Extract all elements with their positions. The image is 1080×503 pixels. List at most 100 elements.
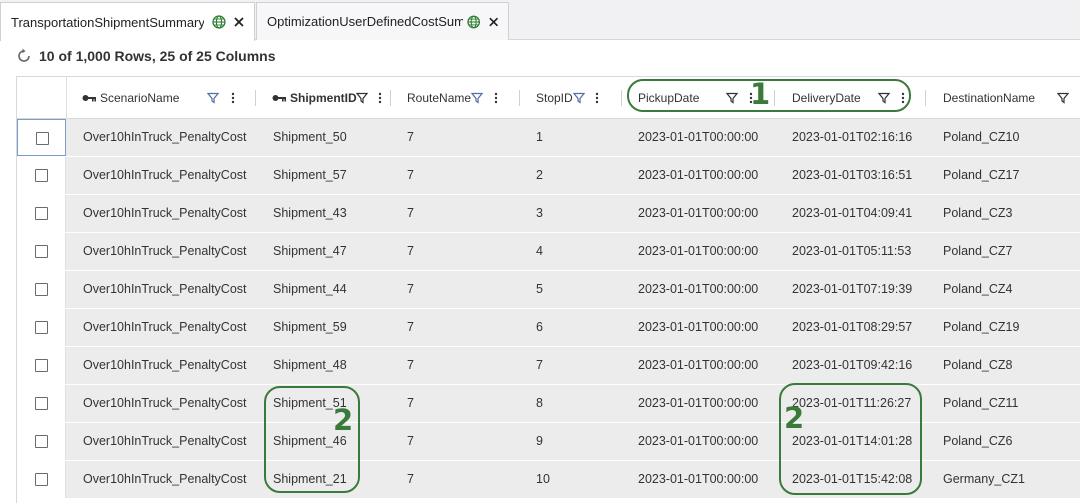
cell-shipmentid[interactable]: Shipment_57 xyxy=(273,157,347,194)
filter-icon[interactable] xyxy=(356,92,368,104)
cell-scenarioname[interactable]: Over10hInTruck_PenaltyCost xyxy=(83,385,247,422)
cell-scenarioname[interactable]: Over10hInTruck_PenaltyCost xyxy=(83,309,247,346)
cell-scenarioname[interactable]: Over10hInTruck_PenaltyCost xyxy=(83,195,247,232)
cell-deliverydate[interactable]: 2023-01-01T05:11:53 xyxy=(792,233,911,270)
row-checkbox[interactable] xyxy=(35,359,48,372)
cell-routename[interactable]: 7 xyxy=(407,385,414,422)
cell-destinationname[interactable]: Poland_CZ19 xyxy=(943,309,1019,346)
row-checkbox[interactable] xyxy=(35,473,48,486)
cell-pickupdate[interactable]: 2023-01-01T00:00:00 xyxy=(638,423,758,460)
table-row[interactable]: Over10hInTruck_PenaltyCost Shipment_59 7 6 2… xyxy=(17,309,1080,347)
kebab-menu-icon[interactable] xyxy=(230,92,236,104)
row-checkbox[interactable] xyxy=(36,132,49,145)
cell-pickupdate[interactable]: 2023-01-01T00:00:00 xyxy=(638,233,758,270)
tab-optimization-user-defined-cost-summary[interactable]: OptimizationUserDefinedCostSumı xyxy=(256,2,509,40)
cell-deliverydate[interactable]: 2023-01-01T09:42:16 xyxy=(792,347,912,384)
cell-routename[interactable]: 7 xyxy=(407,195,414,232)
cell-stopid[interactable]: 9 xyxy=(536,423,543,460)
cell-scenarioname[interactable]: Over10hInTruck_PenaltyCost xyxy=(83,119,247,156)
cell-routename[interactable]: 7 xyxy=(407,271,414,308)
cell-pickupdate[interactable]: 2023-01-01T00:00:00 xyxy=(638,461,758,498)
cell-destinationname[interactable]: Germany_CZ1 xyxy=(943,461,1025,498)
cell-pickupdate[interactable]: 2023-01-01T00:00:00 xyxy=(638,385,758,422)
cell-pickupdate[interactable]: 2023-01-01T00:00:00 xyxy=(638,119,758,156)
column-header-shipmentid[interactable]: ShipmentID xyxy=(272,77,357,119)
cell-shipmentid[interactable]: Shipment_47 xyxy=(273,233,347,270)
kebab-menu-icon[interactable] xyxy=(377,92,383,104)
cell-scenarioname[interactable]: Over10hInTruck_PenaltyCost xyxy=(83,233,247,270)
cell-scenarioname[interactable]: Over10hInTruck_PenaltyCost xyxy=(83,271,247,308)
table-row[interactable]: Over10hInTruck_PenaltyCost Shipment_50 7 1 2… xyxy=(17,119,1080,157)
cell-scenarioname[interactable]: Over10hInTruck_PenaltyCost xyxy=(83,347,247,384)
cell-pickupdate[interactable]: 2023-01-01T00:00:00 xyxy=(638,195,758,232)
cell-routename[interactable]: 7 xyxy=(407,309,414,346)
cell-shipmentid[interactable]: Shipment_48 xyxy=(273,347,347,384)
row-checkbox[interactable] xyxy=(35,435,48,448)
cell-destinationname[interactable]: Poland_CZ11 xyxy=(943,385,1019,422)
kebab-menu-icon[interactable] xyxy=(594,92,600,104)
kebab-menu-icon[interactable] xyxy=(493,92,499,104)
refresh-icon[interactable] xyxy=(16,48,32,64)
table-row[interactable]: Over10hInTruck_PenaltyCost Shipment_43 7 3 2… xyxy=(17,195,1080,233)
cell-destinationname[interactable]: Poland_CZ8 xyxy=(943,347,1013,384)
filter-icon[interactable] xyxy=(471,92,483,104)
cell-stopid[interactable]: 4 xyxy=(536,233,543,270)
row-checkbox[interactable] xyxy=(35,169,48,182)
cell-stopid[interactable]: 1 xyxy=(536,119,543,156)
cell-deliverydate[interactable]: 2023-01-01T07:19:39 xyxy=(792,271,912,308)
cell-destinationname[interactable]: Poland_CZ3 xyxy=(943,195,1013,232)
column-header-scenarioname[interactable]: ScenarioName xyxy=(82,77,179,119)
cell-stopid[interactable]: 5 xyxy=(536,271,543,308)
cell-destinationname[interactable]: Poland_CZ17 xyxy=(943,157,1019,194)
cell-routename[interactable]: 7 xyxy=(407,461,414,498)
cell-deliverydate[interactable]: 2023-01-01T02:16:16 xyxy=(792,119,912,156)
column-header-stopid[interactable]: StopID xyxy=(536,77,573,119)
cell-routename[interactable]: 7 xyxy=(407,119,414,156)
close-icon[interactable] xyxy=(232,15,246,29)
table-row[interactable]: Over10hInTruck_PenaltyCost Shipment_48 7 7 2… xyxy=(17,347,1080,385)
cell-destinationname[interactable]: Poland_CZ4 xyxy=(943,271,1013,308)
cell-routename[interactable]: 7 xyxy=(407,157,414,194)
row-checkbox[interactable] xyxy=(35,397,48,410)
cell-stopid[interactable]: 6 xyxy=(536,309,543,346)
cell-routename[interactable]: 7 xyxy=(407,233,414,270)
cell-routename[interactable]: 7 xyxy=(407,347,414,384)
cell-stopid[interactable]: 7 xyxy=(536,347,543,384)
cell-stopid[interactable]: 8 xyxy=(536,385,543,422)
cell-stopid[interactable]: 3 xyxy=(536,195,543,232)
cell-shipmentid[interactable]: Shipment_44 xyxy=(273,271,347,308)
table-row[interactable]: Over10hInTruck_PenaltyCost Shipment_47 7 4 2… xyxy=(17,233,1080,271)
cell-destinationname[interactable]: Poland_CZ10 xyxy=(943,119,1019,156)
column-header-routename[interactable]: RouteName xyxy=(407,77,471,119)
filter-icon[interactable] xyxy=(1057,92,1069,104)
row-checkbox[interactable] xyxy=(35,245,48,258)
table-row[interactable]: Over10hInTruck_PenaltyCost Shipment_57 7 2 2… xyxy=(17,157,1080,195)
filter-icon[interactable] xyxy=(207,92,219,104)
cell-destinationname[interactable]: Poland_CZ7 xyxy=(943,233,1013,270)
tab-transportation-shipment-summary[interactable]: TransportationShipmentSummary xyxy=(0,2,255,41)
cell-shipmentid[interactable]: Shipment_59 xyxy=(273,309,347,346)
cell-shipmentid[interactable]: Shipment_50 xyxy=(273,119,347,156)
cell-pickupdate[interactable]: 2023-01-01T00:00:00 xyxy=(638,271,758,308)
table-row[interactable]: Over10hInTruck_PenaltyCost Shipment_44 7 5 2… xyxy=(17,271,1080,309)
cell-stopid[interactable]: 10 xyxy=(536,461,550,498)
cell-deliverydate[interactable]: 2023-01-01T04:09:41 xyxy=(792,195,912,232)
cell-shipmentid[interactable]: Shipment_43 xyxy=(273,195,347,232)
cell-scenarioname[interactable]: Over10hInTruck_PenaltyCost xyxy=(83,157,247,194)
column-header-destinationname[interactable]: DestinationName xyxy=(943,77,1035,119)
cell-scenarioname[interactable]: Over10hInTruck_PenaltyCost xyxy=(83,461,247,498)
cell-routename[interactable]: 7 xyxy=(407,423,414,460)
cell-pickupdate[interactable]: 2023-01-01T00:00:00 xyxy=(638,309,758,346)
cell-deliverydate[interactable]: 2023-01-01T03:16:51 xyxy=(792,157,912,194)
row-checkbox[interactable] xyxy=(35,321,48,334)
cell-pickupdate[interactable]: 2023-01-01T00:00:00 xyxy=(638,157,758,194)
filter-icon[interactable] xyxy=(573,92,585,104)
cell-deliverydate[interactable]: 2023-01-01T08:29:57 xyxy=(792,309,912,346)
row-checkbox[interactable] xyxy=(35,283,48,296)
cell-scenarioname[interactable]: Over10hInTruck_PenaltyCost xyxy=(83,423,247,460)
close-icon[interactable] xyxy=(487,15,500,29)
row-checkbox[interactable] xyxy=(35,207,48,220)
cell-pickupdate[interactable]: 2023-01-01T00:00:00 xyxy=(638,347,758,384)
cell-destinationname[interactable]: Poland_CZ6 xyxy=(943,423,1013,460)
cell-stopid[interactable]: 2 xyxy=(536,157,543,194)
